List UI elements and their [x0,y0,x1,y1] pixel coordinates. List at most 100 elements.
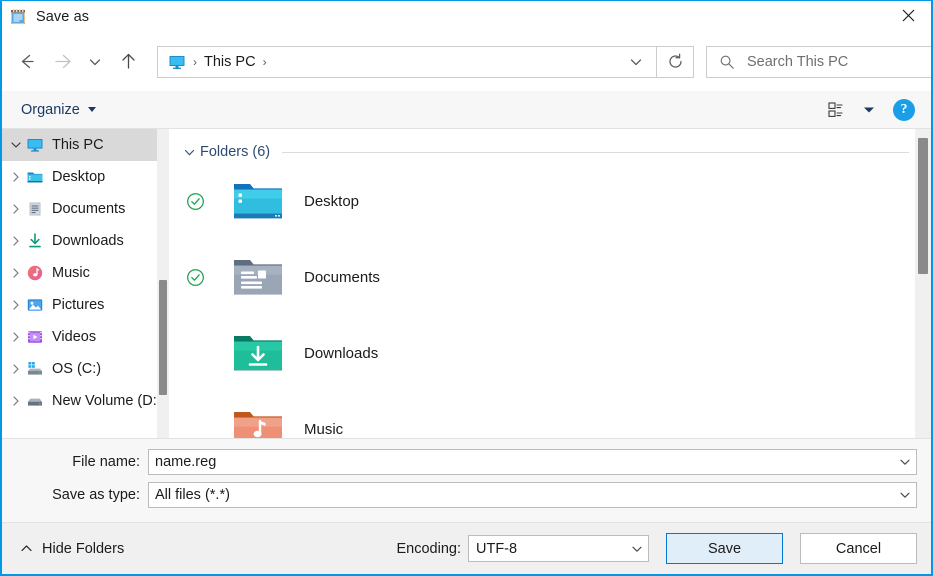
chevron-down-icon[interactable] [894,456,916,468]
chevron-right-icon[interactable] [6,327,26,347]
save-as-type-select[interactable]: All files (*.*) [148,482,917,508]
list-item[interactable]: Downloads [170,315,931,391]
sidebar-item-music[interactable]: Music [2,257,169,289]
up-arrow-icon [121,53,135,69]
chevron-right-icon[interactable] [6,359,26,379]
refresh-button[interactable] [657,45,694,78]
group-title: Folders (6) [200,144,271,160]
refresh-icon [668,53,682,68]
address-dropdown-button[interactable] [618,47,654,77]
back-button[interactable] [8,44,44,80]
sidebar-item-videos[interactable]: Videos [2,321,169,353]
save-form: File name: name.reg Save as type: All fi… [2,438,931,522]
help-circle-icon[interactable]: ? [893,99,915,121]
downloads-folder-icon [26,232,44,250]
drive-icon [26,392,44,410]
sidebar-scrollbar[interactable] [157,129,169,438]
videos-folder-icon [26,328,44,346]
view-options-dropdown[interactable] [857,101,881,119]
chevron-right-icon[interactable] [6,295,26,315]
file-name-label: File name: [72,454,140,470]
search-icon [720,55,734,69]
address-bar[interactable]: › This PC › [157,45,657,78]
dialog-footer: Hide Folders Encoding: UTF-8 Save Cancel [2,522,931,574]
os-drive-icon [26,360,44,378]
sidebar-item-desktop[interactable]: Desktop [2,161,169,193]
sidebar-scrollbar-thumb[interactable] [159,280,167,395]
sidebar-label: This PC [52,137,104,153]
hide-folders-button[interactable]: Hide Folders [14,537,130,561]
file-list-scrollbar-thumb[interactable] [918,138,928,275]
chevron-down-icon[interactable] [180,146,198,159]
list-item[interactable]: Desktop [170,163,931,239]
footer-actions: Encoding: UTF-8 Save Cancel [396,533,917,564]
save-as-type-label: Save as type: [52,487,140,503]
documents-folder-icon [26,200,44,218]
close-button[interactable] [886,1,931,30]
chevron-right-icon[interactable] [6,391,26,411]
command-toolbar: Organize ? [2,91,931,129]
music-folder-icon [26,264,44,282]
chevron-down-icon [864,107,874,113]
sidebar-label: Videos [52,329,97,345]
documents-folder-icon [232,255,284,299]
file-list-scrollbar[interactable] [915,129,931,438]
up-button[interactable] [110,44,146,80]
sidebar-item-pictures[interactable]: Pictures [2,289,169,321]
forward-arrow-icon [54,54,71,69]
sidebar-item-downloads[interactable]: Downloads [2,225,169,257]
organize-label: Organize [21,101,80,118]
forward-button[interactable] [44,44,80,80]
list-item[interactable]: Music [170,391,931,438]
encoding-select[interactable]: UTF-8 [468,535,649,562]
change-view-button[interactable] [822,97,853,123]
sidebar-item-new-volume-d[interactable]: New Volume (D:) [2,385,169,417]
navigation-bar: › This PC › Search This PC [2,32,931,91]
sidebar-label: OS (C:) [52,361,102,377]
synced-check-icon [180,268,210,287]
chevron-down-icon [87,107,96,112]
organize-button[interactable]: Organize [15,99,102,121]
search-input[interactable]: Search This PC [706,45,931,78]
this-pc-monitor-icon [26,136,44,154]
group-divider [282,151,909,153]
music-folder-icon [232,407,284,438]
breadcrumb-separator: › [193,54,197,69]
cancel-button[interactable]: Cancel [800,533,917,564]
chevron-down-icon[interactable] [626,543,648,555]
breadcrumb-this-pc[interactable]: This PC [204,54,256,70]
desktop-folder-icon [232,179,284,223]
pictures-folder-icon [26,296,44,314]
breadcrumb-separator-end[interactable]: › [256,56,274,68]
list-item-label: Desktop [304,192,360,210]
chevron-right-icon[interactable] [6,199,26,219]
encoding-label: Encoding: [396,540,462,557]
sidebar-label: New Volume (D:) [52,393,162,409]
chevron-right-icon[interactable] [6,263,26,283]
this-pc-monitor-icon [168,54,186,70]
chevron-down-icon[interactable] [6,135,26,155]
chevron-down-icon[interactable] [894,489,916,501]
downloads-folder-icon [232,331,284,375]
desktop-folder-icon [26,168,44,186]
chevron-right-icon[interactable] [6,231,26,251]
toolbar-right-group: ? [822,91,931,129]
recent-locations-button[interactable] [80,44,110,80]
sidebar-item-documents[interactable]: Documents [2,193,169,225]
hide-folders-label: Hide Folders [42,540,125,557]
file-name-input[interactable]: name.reg [148,449,917,475]
synced-check-icon [180,192,210,211]
help-label: ? [900,102,908,117]
chevron-right-icon[interactable] [6,167,26,187]
list-item-label: Documents [304,268,380,286]
list-item[interactable]: Documents [170,239,931,315]
sidebar-label: Pictures [52,297,105,313]
file-list-pane: Folders (6) Desktop Documents Downloads … [170,129,931,438]
chevron-down-icon [89,58,101,65]
chevron-up-icon [21,545,32,552]
save-button[interactable]: Save [666,533,783,564]
sidebar-label: Documents [52,201,126,217]
sidebar-item-os-c[interactable]: OS (C:) [2,353,169,385]
view-layout-icon [828,102,843,117]
sidebar-item-this-pc[interactable]: This PC [2,129,169,161]
